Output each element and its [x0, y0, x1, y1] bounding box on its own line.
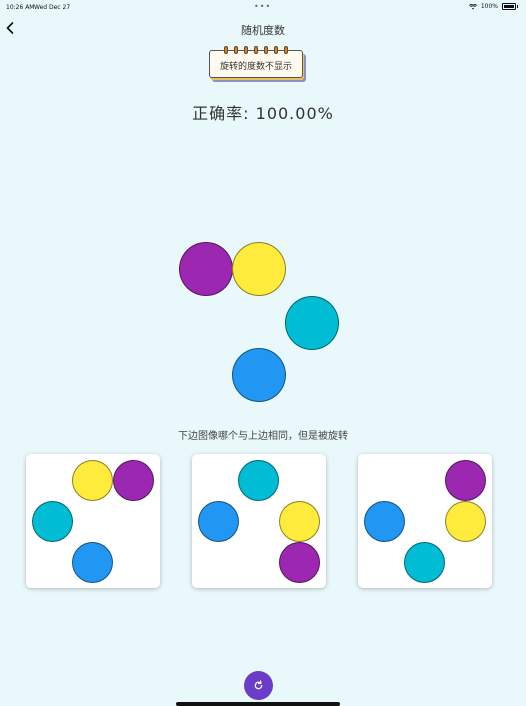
page-title: 随机度数	[241, 24, 285, 37]
option-3-circle-blue	[364, 501, 405, 542]
target-circle-purple	[179, 242, 233, 296]
option-2-circle-teal	[238, 460, 279, 501]
option-1-circle-blue	[72, 542, 113, 583]
option-3-circle-teal	[404, 542, 445, 583]
status-date: Wed Dec 27	[34, 4, 71, 11]
option-3-circle-purple	[445, 460, 486, 501]
wifi-icon	[468, 3, 477, 9]
multitask-dots[interactable]: •••	[254, 2, 271, 11]
target-circle-teal	[285, 296, 339, 350]
target-circle-yellow	[232, 242, 286, 296]
option-card-1[interactable]	[26, 454, 160, 588]
hint-note: 旋转的度数不显示	[209, 50, 303, 78]
refresh-button[interactable]	[244, 671, 273, 700]
status-time: 10:26 AM	[6, 4, 35, 11]
option-2-circle-yellow	[279, 501, 320, 542]
question-text: 下边图像哪个与上边相同，但是被旋转	[178, 431, 348, 442]
option-2-circle-purple	[279, 542, 320, 583]
option-2-circle-blue	[198, 501, 239, 542]
accuracy-text: 正确率: 100.00%	[192, 104, 334, 123]
status-bar: 10:26 AM Wed Dec 27 ••• 100%	[0, 0, 526, 14]
hint-badge: 旋转的度数不显示	[209, 46, 307, 84]
hint-text: 旋转的度数不显示	[219, 62, 292, 72]
option-1-circle-teal	[32, 501, 73, 542]
option-card-2[interactable]	[192, 454, 326, 588]
refresh-icon	[254, 680, 263, 690]
notebook-rings-icon	[224, 46, 288, 54]
battery-icon	[502, 3, 518, 10]
option-card-3[interactable]	[358, 454, 492, 588]
target-circle-blue	[232, 348, 286, 402]
option-1-circle-yellow	[72, 460, 113, 501]
battery-percent: 100%	[480, 3, 498, 10]
option-3-circle-yellow	[445, 501, 486, 542]
option-1-circle-purple	[113, 460, 154, 501]
status-right: 100%	[468, 3, 518, 10]
home-indicator	[176, 702, 340, 706]
